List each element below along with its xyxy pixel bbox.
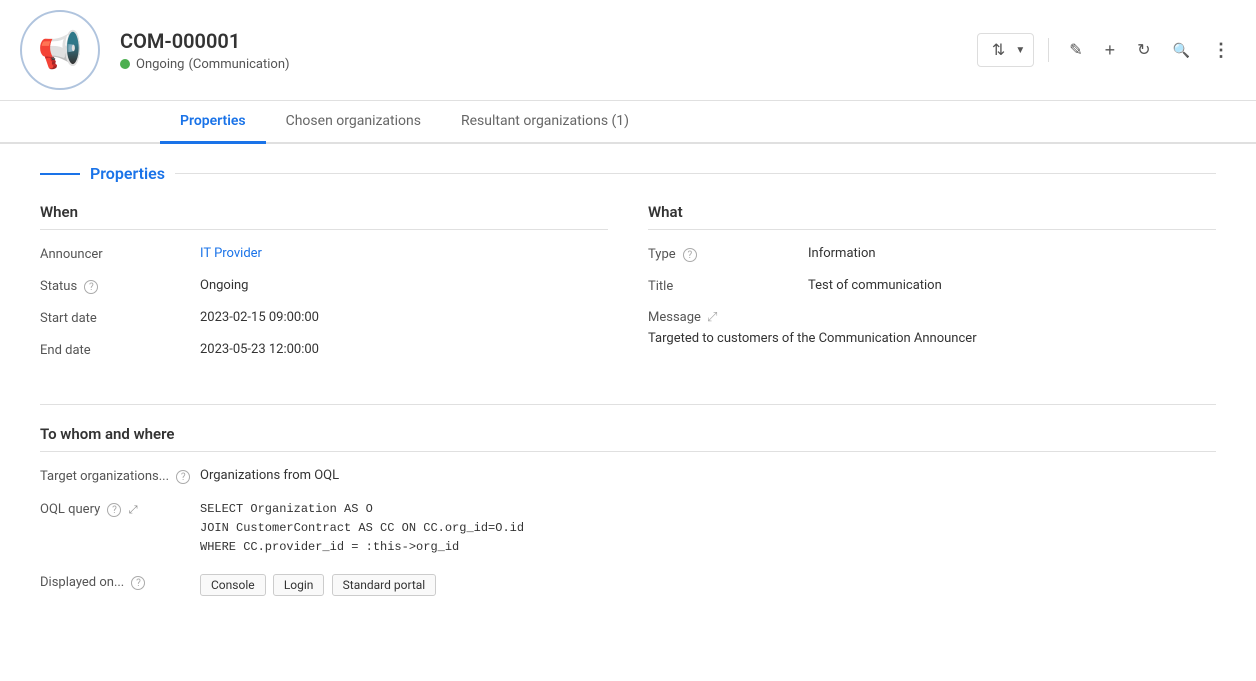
section-divider: To whom and where Target organizations..… bbox=[40, 404, 1216, 596]
badge-login: Login bbox=[273, 574, 325, 596]
type-label: (Communication) bbox=[188, 57, 289, 72]
to-whom-group-title: To whom and where bbox=[40, 425, 1216, 452]
target-orgs-value: Organizations from OQL bbox=[200, 468, 339, 483]
field-announcer: Announcer IT Provider bbox=[40, 246, 608, 262]
filter-group: ⇅ ▼ bbox=[977, 33, 1034, 67]
displayed-on-help-icon[interactable]: ? bbox=[131, 576, 145, 590]
field-message: Message ⤢ Targeted to customers of the C… bbox=[648, 310, 1216, 346]
announcer-label: Announcer bbox=[40, 246, 200, 262]
header: 📢 COM-000001 Ongoing (Communication) ⇅ ▼… bbox=[0, 0, 1256, 101]
message-expand-icon[interactable]: ⤢ bbox=[707, 310, 717, 325]
page-wrapper: 📢 COM-000001 Ongoing (Communication) ⇅ ▼… bbox=[0, 0, 1256, 681]
field-start-date: Start date 2023-02-15 09:00:00 bbox=[40, 310, 608, 326]
field-end-date: End date 2023-05-23 12:00:00 bbox=[40, 342, 608, 358]
status-line: Ongoing (Communication) bbox=[120, 57, 977, 72]
title-label: Title bbox=[648, 278, 808, 294]
message-value: Targeted to customers of the Communicati… bbox=[648, 331, 977, 346]
status-value: Ongoing bbox=[200, 278, 248, 293]
target-orgs-help-icon[interactable]: ? bbox=[176, 470, 190, 484]
edit-button[interactable]: ✎ bbox=[1063, 36, 1088, 64]
displayed-on-badges: Console Login Standard portal bbox=[200, 574, 440, 596]
col-what: What Type ? Information Title Test of co… bbox=[648, 203, 1216, 374]
section-header: Properties bbox=[40, 164, 1216, 183]
field-displayed-on: Displayed on... ? Console Login Standard… bbox=[40, 574, 1216, 596]
field-target-orgs: Target organizations... ? Organizations … bbox=[40, 468, 1216, 484]
type-help-icon[interactable]: ? bbox=[683, 248, 697, 262]
refresh-icon: ↻ bbox=[1137, 40, 1150, 60]
end-date-value: 2023-05-23 12:00:00 bbox=[200, 342, 319, 357]
displayed-on-label: Displayed on... ? bbox=[40, 574, 200, 590]
status-help-icon[interactable]: ? bbox=[84, 280, 98, 294]
start-date-label: Start date bbox=[40, 310, 200, 326]
main-content: Properties When Announcer IT Provider St bbox=[0, 144, 1256, 636]
when-group-title: When bbox=[40, 203, 608, 230]
end-date-label: End date bbox=[40, 342, 200, 358]
col-when: When Announcer IT Provider Status ? Ongo… bbox=[40, 203, 608, 374]
search-icon: 🔍 bbox=[1173, 42, 1190, 59]
section-line-left bbox=[40, 173, 80, 175]
announcer-value[interactable]: IT Provider bbox=[200, 246, 262, 261]
refresh-button[interactable]: ↻ bbox=[1131, 36, 1156, 64]
field-oql-query: OQL query ? ⤢ SELECT Organization AS O J… bbox=[40, 500, 1216, 558]
message-label-row: Message ⤢ bbox=[648, 310, 717, 325]
oql-line-1: SELECT Organization AS O bbox=[200, 500, 524, 519]
oql-help-icon[interactable]: ? bbox=[107, 503, 121, 517]
badge-console: Console bbox=[200, 574, 266, 596]
message-label: Message bbox=[648, 310, 701, 325]
oql-code: SELECT Organization AS O JOIN CustomerCo… bbox=[200, 500, 524, 558]
field-status: Status ? Ongoing bbox=[40, 278, 608, 294]
two-col-layout: When Announcer IT Provider Status ? Ongo… bbox=[40, 203, 1216, 374]
field-type: Type ? Information bbox=[648, 246, 1216, 262]
status-dot bbox=[120, 59, 130, 69]
more-button[interactable]: ⋮ bbox=[1206, 36, 1236, 65]
what-group-title: What bbox=[648, 203, 1216, 230]
edit-icon: ✎ bbox=[1069, 40, 1082, 60]
filter-button[interactable]: ⇅ bbox=[986, 36, 1011, 64]
more-icon: ⋮ bbox=[1212, 40, 1230, 61]
tab-chosen-organizations[interactable]: Chosen organizations bbox=[266, 101, 441, 144]
record-id: COM-000001 bbox=[120, 29, 977, 53]
oql-query-label: OQL query ? ⤢ bbox=[40, 500, 200, 517]
megaphone-icon: 📢 bbox=[38, 29, 83, 71]
header-actions: ⇅ ▼ ✎ + ↻ 🔍 ⋮ bbox=[977, 33, 1236, 67]
tab-properties[interactable]: Properties bbox=[160, 101, 266, 144]
filter-dropdown-icon: ▼ bbox=[1015, 45, 1025, 56]
oql-line-2: JOIN CustomerContract AS CC ON CC.org_id… bbox=[200, 519, 524, 538]
oql-edit-icon[interactable]: ⤢ bbox=[129, 503, 138, 516]
tab-resultant-organizations[interactable]: Resultant organizations (1) bbox=[441, 101, 649, 144]
filter-icon: ⇅ bbox=[992, 40, 1005, 60]
status-label: Status ? bbox=[40, 278, 200, 294]
search-button[interactable]: 🔍 bbox=[1167, 38, 1196, 63]
section-line-right bbox=[175, 173, 1216, 174]
record-logo: 📢 bbox=[20, 10, 100, 90]
add-button[interactable]: + bbox=[1099, 36, 1122, 65]
type-field-label: Type ? bbox=[648, 246, 808, 262]
type-value: Information bbox=[808, 246, 876, 261]
start-date-value: 2023-02-15 09:00:00 bbox=[200, 310, 319, 325]
tabs-bar: Properties Chosen organizations Resultan… bbox=[0, 101, 1256, 144]
field-title: Title Test of communication bbox=[648, 278, 1216, 294]
badge-standard-portal: Standard portal bbox=[332, 574, 437, 596]
status-text: Ongoing bbox=[136, 57, 184, 72]
toolbar-divider bbox=[1048, 38, 1049, 62]
section-title: Properties bbox=[90, 164, 165, 183]
oql-line-3: WHERE CC.provider_id = :this->org_id bbox=[200, 538, 524, 557]
target-orgs-label: Target organizations... ? bbox=[40, 468, 200, 484]
add-icon: + bbox=[1105, 40, 1116, 61]
title-value: Test of communication bbox=[808, 278, 942, 293]
header-info: COM-000001 Ongoing (Communication) bbox=[120, 29, 977, 72]
